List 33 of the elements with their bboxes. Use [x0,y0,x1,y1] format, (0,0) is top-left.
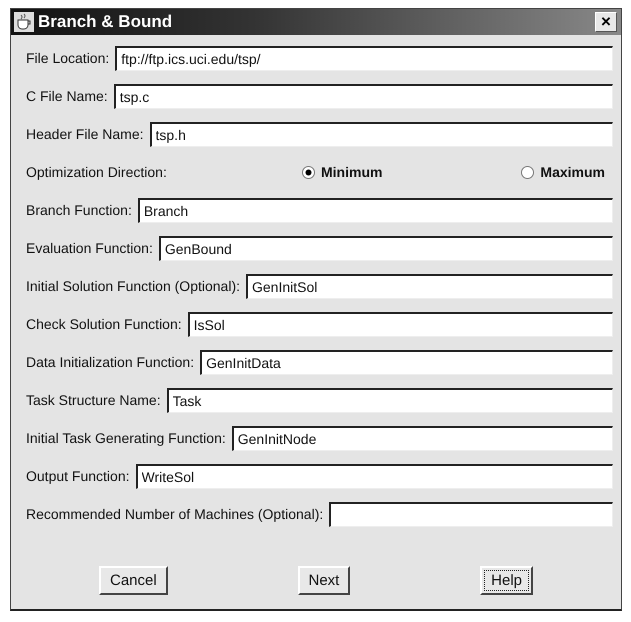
input-field[interactable]: IsSol [188,312,613,336]
input-field[interactable]: Task [166,388,613,412]
dialog-button[interactable]: Cancel [99,566,168,595]
field-label: Optimization Direction: [26,164,168,180]
field-label: Check Solution Function: [26,316,182,332]
close-button[interactable]: × [595,12,617,32]
input-field[interactable]: tsp.c [114,84,613,108]
radio-option[interactable]: Minimum [302,164,382,180]
input-field[interactable]: Branch [138,198,613,222]
input-field[interactable]: tsp.h [150,122,613,146]
cup-icon [14,12,34,32]
field-label: Evaluation Function: [26,240,153,256]
radio-option[interactable]: Maximum [521,164,605,180]
input-field[interactable]: GenInitSol [246,274,613,298]
field-label: File Location: [26,50,110,66]
field-label: Recommended Number of Machines (Optional): [26,506,324,522]
dialog-button[interactable]: Next [298,566,350,595]
input-field[interactable]: GenBound [158,236,613,260]
input-field[interactable]: WriteSol [136,464,613,488]
window-title: Branch & Bound [38,12,174,32]
field-label: Data Initialization Function: [26,354,194,370]
field-label: Header File Name: [26,126,144,142]
field-label: Output Function: [26,468,130,484]
dialog-button[interactable]: Help [480,566,533,595]
input-field[interactable]: ftp://ftp.ics.uci.edu/tsp/ [115,46,613,70]
field-label: Initial Solution Function (Optional): [26,278,240,294]
field-label: Task Structure Name: [26,392,161,408]
field-label: C File Name: [26,88,108,104]
input-field[interactable]: GenInitData [200,350,613,374]
field-label: Initial Task Generating Function: [26,430,226,446]
input-field[interactable]: GenInitNode [232,426,613,450]
input-field[interactable] [329,502,613,526]
field-label: Branch Function: [26,202,132,218]
